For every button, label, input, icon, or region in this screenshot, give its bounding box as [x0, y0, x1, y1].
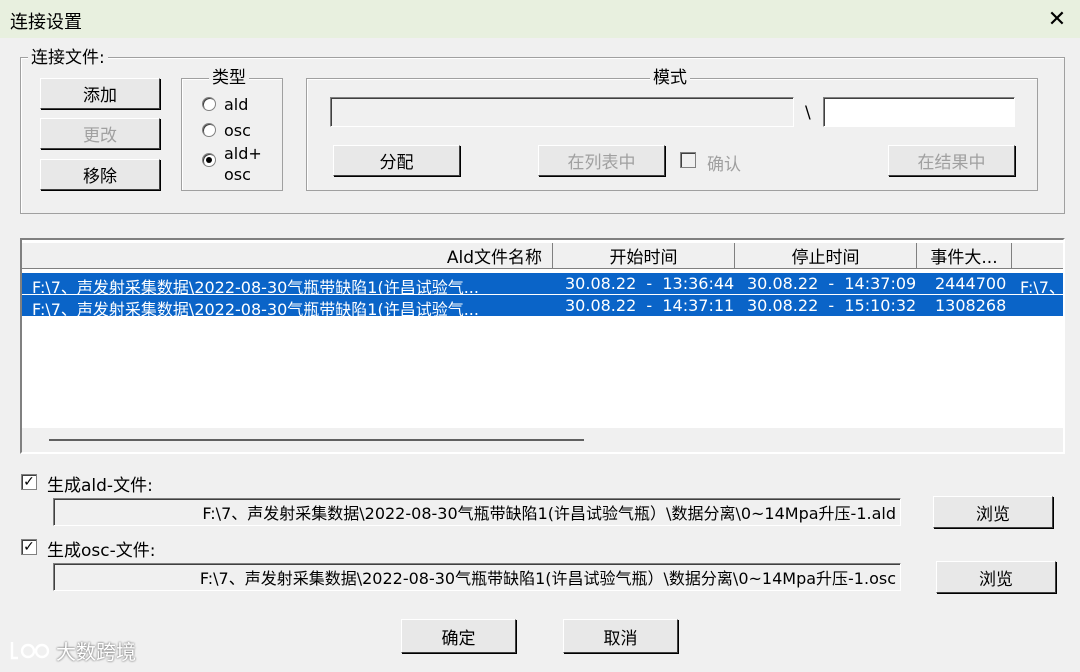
cancel-button[interactable]: 取消: [563, 619, 678, 653]
generate-ald-checkbox[interactable]: ✓: [21, 474, 37, 490]
connect-files-legend: 连接文件:: [28, 48, 108, 68]
generate-osc-checkbox[interactable]: ✓: [21, 539, 37, 555]
row-events-cell: 2444700: [935, 274, 1007, 293]
generate-osc-label: 生成osc-文件:: [47, 541, 156, 561]
check-icon: ✓: [23, 474, 35, 490]
column-extra[interactable]: [1012, 243, 1063, 269]
check-icon: ✓: [23, 539, 35, 555]
mode-left-field[interactable]: [330, 97, 794, 127]
type-option-ald[interactable]: ald: [202, 94, 248, 115]
watermark-logo-icon: [10, 641, 50, 659]
type-option-osc[interactable]: osc: [202, 120, 251, 141]
confirm-checkbox[interactable]: [680, 152, 696, 168]
in-list-button[interactable]: 在列表中: [538, 145, 665, 176]
assign-button[interactable]: 分配: [333, 145, 460, 176]
mode-legend: 模式: [650, 68, 690, 88]
radio-ald-label: ald: [224, 95, 249, 114]
mode-right-field[interactable]: [823, 97, 1015, 127]
type-legend: 类型: [209, 68, 249, 88]
watermark: 大数跨境: [8, 636, 136, 665]
column-start-time[interactable]: 开始时间: [553, 243, 735, 269]
row-start-cell: 30.08.22 - 13:36:44: [565, 274, 735, 293]
confirm-label: 确认: [707, 155, 741, 175]
browse-osc-button[interactable]: 浏览: [936, 561, 1056, 593]
add-button[interactable]: 添加: [40, 78, 160, 109]
osc-path-field[interactable]: F:\7、声发射采集数据\2022-08-30气瓶带缺陷1(许昌试验气瓶）\数据…: [53, 563, 901, 591]
row-start-cell: 30.08.22 - 14:37:11: [565, 296, 735, 315]
table-row[interactable]: F:\7、声发射采集数据\2022-08-30气瓶带缺陷1(许昌试验气... 3…: [22, 295, 1063, 319]
row-stop-cell: 30.08.22 - 15:10:32: [747, 296, 917, 315]
radio-osc-label: osc: [224, 121, 251, 140]
ok-button[interactable]: 确定: [401, 619, 516, 653]
radio-osc[interactable]: [202, 123, 216, 137]
file-list[interactable]: Ald文件名称 开始时间 停止时间 事件大... F:\7、声发射采集数据\20…: [20, 238, 1065, 454]
window-title: 连接设置: [10, 12, 82, 33]
close-icon: ✕: [1047, 6, 1067, 32]
type-option-ald-osc[interactable]: ald+ osc: [202, 143, 262, 185]
column-event-size[interactable]: 事件大...: [917, 243, 1012, 269]
ald-path-field[interactable]: F:\7、声发射采集数据\2022-08-30气瓶带缺陷1(许昌试验气瓶）\数据…: [53, 498, 901, 526]
file-list-header: Ald文件名称 开始时间 停止时间 事件大...: [22, 243, 1063, 269]
mode-separator: \: [805, 103, 811, 123]
watermark-text: 大数跨境: [56, 640, 136, 664]
horizontal-scrollbar[interactable]: [22, 428, 1063, 452]
radio-ald-osc[interactable]: [202, 153, 216, 167]
in-result-button[interactable]: 在结果中: [888, 145, 1015, 176]
row-stop-cell: 30.08.22 - 14:37:09: [747, 274, 917, 293]
remove-button[interactable]: 移除: [40, 159, 160, 190]
scrollbar-thumb[interactable]: [49, 439, 584, 441]
browse-ald-button[interactable]: 浏览: [933, 496, 1053, 528]
title-bar: 连接设置 ✕: [0, 0, 1080, 38]
column-stop-time[interactable]: 停止时间: [735, 243, 917, 269]
row-name-cell: F:\7、声发射采集数据\2022-08-30气瓶带缺陷1(许昌试验气...: [32, 300, 479, 319]
change-button[interactable]: 更改: [40, 118, 160, 149]
column-ald-name[interactable]: Ald文件名称: [22, 243, 553, 269]
radio-ald[interactable]: [202, 97, 216, 111]
generate-ald-label: 生成ald-文件:: [47, 476, 153, 496]
radio-ald-osc-label: ald+ osc: [224, 144, 262, 184]
table-row[interactable]: F:\7、声发射采集数据\2022-08-30气瓶带缺陷1(许昌试验气... 3…: [22, 273, 1063, 297]
close-button[interactable]: ✕: [1034, 0, 1080, 38]
row-events-cell: 1308268: [935, 296, 1007, 315]
